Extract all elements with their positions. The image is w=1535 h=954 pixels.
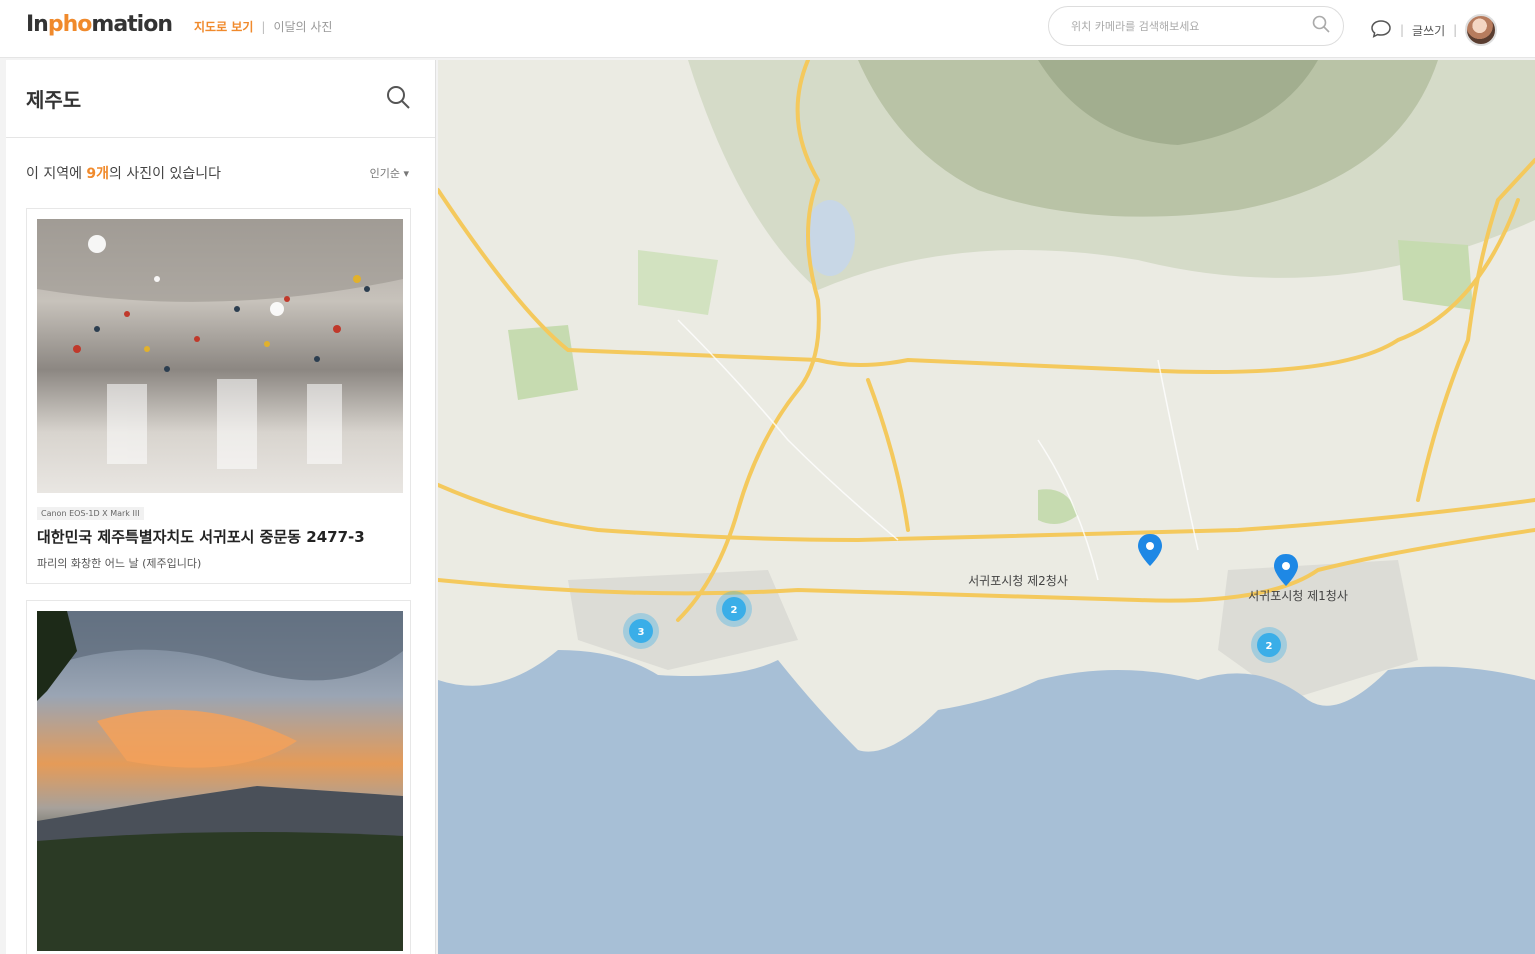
location-search-input[interactable] <box>26 86 326 111</box>
photo-card[interactable]: Canon EOS-1D X Mark III 대한민국 제주특별자치도 서귀포… <box>26 208 411 584</box>
header-separator: | <box>1400 23 1405 37</box>
sort-dropdown[interactable]: 인기순 ▾ <box>370 165 409 181</box>
nav-map-view[interactable]: 지도로 보기 <box>194 18 253 35</box>
main-nav: 지도로 보기 | 이달의 사진 <box>194 18 332 35</box>
photo-address[interactable]: 대한민국 제주특별자치도 서귀포시 중문동 2477-3 <box>37 526 402 547</box>
app-logo[interactable]: Inphomation <box>26 12 173 37</box>
cluster-count: 2 <box>731 605 738 616</box>
photo-thumbnail[interactable] <box>37 219 403 493</box>
nav-photo-of-month[interactable]: 이달의 사진 <box>273 18 332 35</box>
photo-caption: 파리의 화창한 어느 날 (제주입니다) <box>37 557 202 570</box>
camera-tag: Canon EOS-1D X Mark III <box>37 507 144 520</box>
photo-card[interactable] <box>26 600 411 954</box>
map-view[interactable]: 서귀포시청 제2청사 서귀포시청 제1청사 3 2 2 <box>438 60 1535 954</box>
map-city-label: 서귀포시청 제1청사 <box>1248 589 1348 603</box>
map-cluster-marker[interactable]: 2 <box>716 591 752 627</box>
photo-thumbnail[interactable] <box>37 611 403 951</box>
chat-icon[interactable] <box>1370 19 1392 42</box>
header-separator: | <box>1453 23 1458 37</box>
results-sidebar: 이 지역에 9개의 사진이 있습니다 인기순 ▾ Canon EOS-1D X … <box>6 60 436 954</box>
search-icon[interactable] <box>385 84 411 114</box>
cluster-count: 3 <box>638 627 645 638</box>
search-icon[interactable] <box>1311 14 1331 38</box>
map-cluster-marker[interactable]: 3 <box>623 613 659 649</box>
map-city-label: 서귀포시청 제2청사 <box>968 574 1068 588</box>
write-link[interactable]: 글쓰기 <box>1412 22 1445 39</box>
result-count-row: 이 지역에 9개의 사진이 있습니다 인기순 ▾ <box>6 138 435 208</box>
cluster-count: 2 <box>1266 641 1273 652</box>
avatar[interactable] <box>1465 14 1498 46</box>
result-count: 이 지역에 9개의 사진이 있습니다 <box>26 166 221 182</box>
location-search-bar <box>6 60 435 138</box>
header-actions: | 글쓰기 | <box>1370 14 1498 46</box>
map-cluster-marker[interactable]: 2 <box>1251 627 1287 663</box>
nav-separator: | <box>261 19 266 34</box>
header-search <box>1048 6 1344 46</box>
header-search-input[interactable] <box>1071 19 1311 33</box>
top-header: Inphomation 지도로 보기 | 이달의 사진 | 글쓰기 | <box>0 0 1535 58</box>
